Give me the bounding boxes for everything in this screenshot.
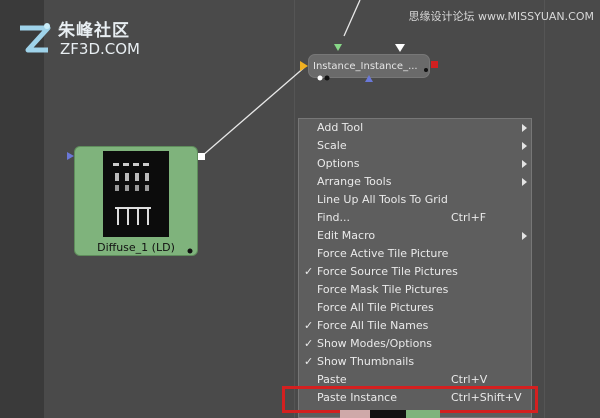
menu-item-shortcut: Ctrl+V bbox=[451, 373, 488, 386]
menu-item-label: Add Tool bbox=[317, 121, 364, 134]
menu-item-force-source-tile-pictures[interactable]: ✓ Force Source Tile Pictures bbox=[299, 263, 531, 281]
submenu-arrow-icon bbox=[522, 232, 527, 240]
context-menu: Add Tool Scale Options Arrange Tools Line Up… bbox=[298, 118, 532, 418]
menu-item-label: Scale bbox=[317, 139, 347, 152]
menu-item-options[interactable]: Options bbox=[299, 155, 531, 173]
menu-item-arrange-tools[interactable]: Arrange Tools bbox=[299, 173, 531, 191]
menu-item-label: Paste bbox=[317, 373, 347, 386]
submenu-arrow-icon bbox=[522, 124, 527, 132]
menu-item-show-thumbnails[interactable]: ✓ Show Thumbnails bbox=[299, 353, 531, 371]
menu-item-label: Force All Tile Pictures bbox=[317, 301, 434, 314]
checkmark-icon: ✓ bbox=[304, 337, 314, 350]
menu-item-force-active-tile-picture[interactable]: Force Active Tile Picture bbox=[299, 245, 531, 263]
menu-item-line-up-all-tools-to-grid[interactable]: Line Up All Tools To Grid bbox=[299, 191, 531, 209]
bottom-strip bbox=[340, 410, 440, 418]
checkmark-icon: ✓ bbox=[304, 355, 314, 368]
menu-item-label: Options bbox=[317, 157, 360, 170]
checkmark-icon: ✓ bbox=[304, 319, 314, 332]
input-port-icon[interactable] bbox=[67, 152, 74, 160]
menu-item-force-mask-tile-pictures[interactable]: Force Mask Tile Pictures bbox=[299, 281, 531, 299]
menu-item-show-modes-options[interactable]: ✓ Show Modes/Options bbox=[299, 335, 531, 353]
checkmark-icon: ✓ bbox=[304, 265, 314, 278]
menu-item-scale[interactable]: Scale bbox=[299, 137, 531, 155]
menu-item-label: Find... bbox=[317, 211, 351, 224]
menu-item-label: Force Source Tile Pictures bbox=[317, 265, 458, 278]
menu-item-add-tool[interactable]: Add Tool bbox=[299, 119, 531, 137]
menu-item-label: Show Modes/Options bbox=[317, 337, 433, 350]
submenu-arrow-icon bbox=[522, 142, 527, 150]
menu-item-shortcut: Ctrl+F bbox=[451, 211, 487, 224]
output-port-icon[interactable] bbox=[198, 153, 205, 160]
menu-item-label: Edit Macro bbox=[317, 229, 376, 242]
menu-item-label: Force All Tile Names bbox=[317, 319, 429, 332]
status-dot-icon bbox=[187, 248, 193, 254]
submenu-arrow-icon bbox=[522, 160, 527, 168]
highlight-box bbox=[282, 386, 538, 413]
menu-item-find[interactable]: Find... Ctrl+F bbox=[299, 209, 531, 227]
menu-item-label: Force Active Tile Picture bbox=[317, 247, 449, 260]
menu-item-label: Force Mask Tile Pictures bbox=[317, 283, 449, 296]
menu-item-force-all-tile-names[interactable]: ✓ Force All Tile Names bbox=[299, 317, 531, 335]
menu-item-edit-macro[interactable]: Edit Macro bbox=[299, 227, 531, 245]
menu-item-label: Arrange Tools bbox=[317, 175, 392, 188]
menu-item-force-all-tile-pictures[interactable]: Force All Tile Pictures bbox=[299, 299, 531, 317]
menu-item-label: Show Thumbnails bbox=[317, 355, 415, 368]
menu-item-label: Line Up All Tools To Grid bbox=[317, 193, 448, 206]
submenu-arrow-icon bbox=[522, 178, 527, 186]
